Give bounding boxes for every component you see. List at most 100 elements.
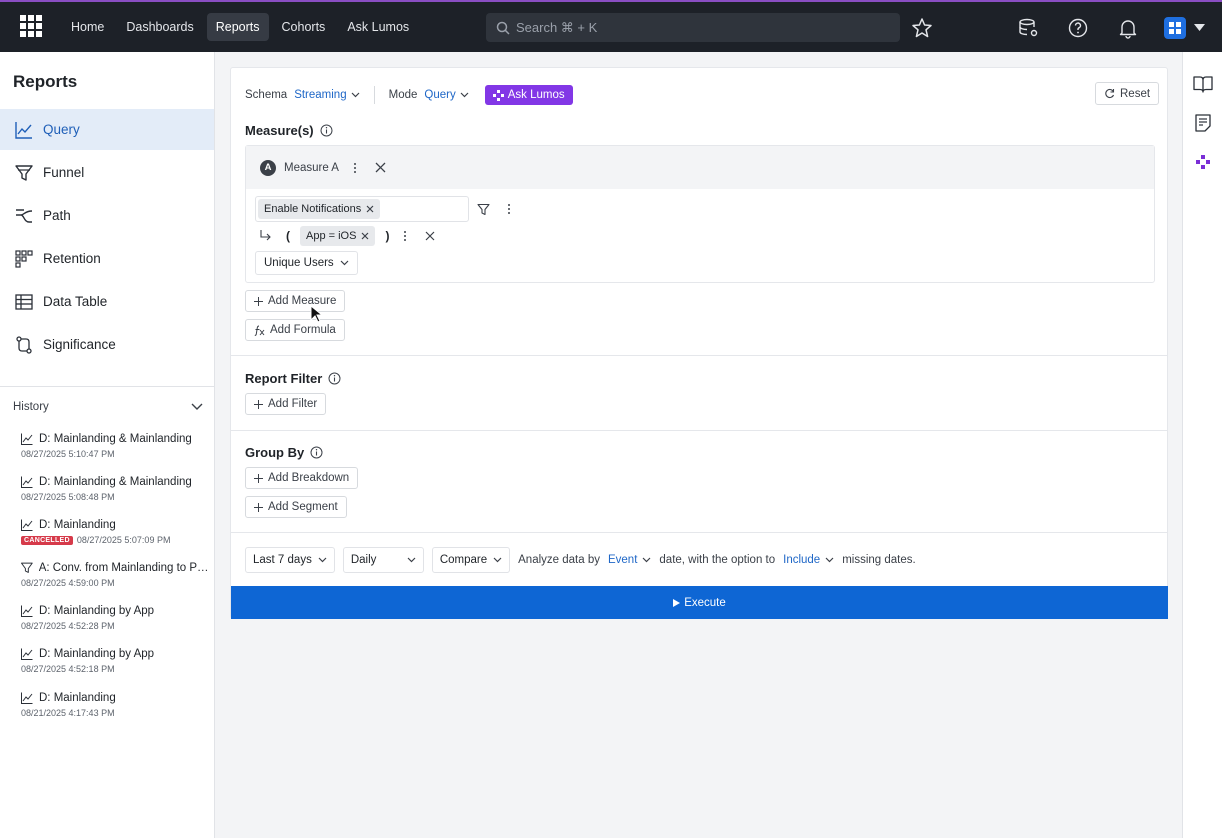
play-icon: [673, 598, 681, 607]
history-item-date: 08/27/2025 4:52:28 PM: [21, 621, 115, 631]
aggregation-value: Unique Users: [264, 257, 334, 269]
notes-icon[interactable]: [1193, 113, 1213, 133]
sidebar-item-label: Retention: [43, 251, 101, 266]
history-item[interactable]: D: Mainlanding & Mainlanding 08/27/2025 …: [21, 476, 209, 502]
lumos-icon[interactable]: [1193, 152, 1213, 172]
bell-icon[interactable]: [1117, 17, 1139, 39]
nav-cohorts[interactable]: Cohorts: [273, 13, 335, 41]
compare-dropdown[interactable]: Compare: [431, 547, 511, 573]
measure-badge: A: [260, 159, 276, 176]
history-item-title: A: Conv. from Mainlanding to Pu...: [38, 562, 209, 574]
schema-label: Schema: [245, 89, 288, 101]
sidebar-item-data-table[interactable]: Data Table: [0, 281, 214, 322]
compare-value: Compare: [439, 554, 488, 566]
info-icon[interactable]: [310, 446, 323, 459]
chevron-down-icon: [318, 557, 327, 563]
sidebar-item-label: Path: [43, 208, 71, 223]
history-item[interactable]: D: Mainlanding & Mainlanding 08/27/2025 …: [21, 433, 209, 459]
analyze-by-dropdown[interactable]: Event: [608, 554, 651, 566]
add-formula-button[interactable]: Add Formula: [245, 319, 345, 341]
chevron-down-icon: [460, 92, 469, 98]
report-filter-title: Report Filter: [245, 371, 323, 386]
add-breakdown-label: Add Breakdown: [268, 472, 350, 484]
app-logo-icon[interactable]: [20, 15, 42, 37]
property-filter-chip[interactable]: App = iOS: [300, 226, 376, 246]
history-header[interactable]: History: [13, 401, 203, 413]
chevron-down-icon: [407, 557, 416, 563]
measures-heading: Measure(s): [245, 123, 333, 138]
more-vertical-icon[interactable]: [507, 203, 511, 215]
history-item[interactable]: D: Mainlanding 08/21/2025 4:17:43 PM: [21, 692, 209, 718]
star-icon[interactable]: [911, 17, 933, 39]
add-breakdown-button[interactable]: Add Breakdown: [245, 467, 359, 489]
missing-dates-value: Include: [783, 554, 821, 566]
caret-down-icon[interactable]: [1194, 24, 1205, 32]
database-settings-icon[interactable]: [1017, 17, 1039, 39]
mode-label: Mode: [388, 89, 418, 101]
reset-button[interactable]: Reset: [1095, 82, 1160, 105]
history-item-date: 08/27/2025 5:07:09 PM: [76, 535, 171, 545]
history-item-title: D: Mainlanding by App: [39, 605, 155, 617]
analyze-suffix: missing dates.: [842, 554, 916, 566]
history-item[interactable]: A: Conv. from Mainlanding to Pu... 08/27…: [21, 562, 209, 588]
ask-lumos-button[interactable]: Ask Lumos: [484, 85, 573, 105]
help-icon[interactable]: [1067, 17, 1089, 39]
nav-dashboards[interactable]: Dashboards: [117, 13, 202, 41]
more-vertical-icon[interactable]: [353, 162, 357, 174]
aggregation-dropdown[interactable]: Unique Users: [255, 251, 358, 275]
sidebar-item-retention[interactable]: Retention: [0, 238, 214, 279]
event-filter-row: ( App = iOS ): [260, 226, 435, 246]
plus-icon: [254, 399, 263, 409]
nav-reports[interactable]: Reports: [206, 13, 269, 41]
execute-button[interactable]: Execute: [231, 586, 1168, 619]
missing-dates-dropdown[interactable]: Include: [783, 554, 834, 566]
history-item-date: 08/27/2025 4:59:00 PM: [21, 578, 115, 588]
path-icon: [16, 208, 33, 223]
close-icon[interactable]: [375, 162, 386, 173]
filter-icon[interactable]: [477, 203, 490, 216]
close-icon[interactable]: [425, 231, 435, 241]
measure-name[interactable]: Measure A: [284, 162, 339, 174]
history-item-title: D: Mainlanding & Mainlanding: [39, 433, 192, 445]
history-item-date: 08/27/2025 4:52:18 PM: [21, 664, 115, 674]
add-measure-button[interactable]: Add Measure: [245, 290, 346, 312]
granularity-dropdown[interactable]: Daily: [342, 547, 424, 573]
sidebar-item-query[interactable]: Query: [0, 109, 214, 150]
measure-header: A Measure A: [246, 146, 1154, 189]
plus-icon: [254, 473, 263, 483]
add-segment-button[interactable]: Add Segment: [245, 496, 347, 518]
chevron-down-icon[interactable]: [191, 403, 203, 411]
sidebar-item-path[interactable]: Path: [0, 195, 214, 236]
date-range-dropdown[interactable]: Last 7 days: [245, 547, 335, 573]
close-icon[interactable]: [361, 232, 369, 240]
info-icon[interactable]: [320, 124, 333, 137]
history-item[interactable]: D: Mainlanding by App 08/27/2025 4:52:18…: [21, 648, 209, 674]
nav-ask-lumos[interactable]: Ask Lumos: [338, 13, 418, 41]
mode-dropdown[interactable]: Query: [424, 89, 469, 101]
sidebar-item-label: Query: [43, 122, 80, 137]
line-chart-icon: [15, 121, 32, 139]
funnel-icon: [15, 164, 33, 181]
history-label: History: [13, 401, 49, 413]
add-measure-label: Add Measure: [268, 295, 337, 307]
nav-home[interactable]: Home: [62, 13, 113, 41]
plus-icon: [254, 296, 263, 306]
more-vertical-icon[interactable]: [403, 230, 407, 242]
schema-dropdown[interactable]: Streaming: [294, 89, 360, 101]
group-by-heading: Group By: [245, 445, 323, 460]
add-filter-button[interactable]: Add Filter: [245, 393, 327, 415]
event-chip[interactable]: Enable Notifications: [258, 199, 381, 219]
sidebar-item-funnel[interactable]: Funnel: [0, 152, 214, 193]
section-divider: [231, 532, 1167, 533]
history-item[interactable]: D: Mainlanding by App 08/27/2025 4:52:28…: [21, 605, 209, 631]
table-icon: [15, 293, 33, 310]
event-selector[interactable]: Enable Notifications: [255, 196, 469, 222]
info-icon[interactable]: [328, 372, 341, 385]
history-item[interactable]: D: Mainlanding CANCELLED 08/27/2025 5:07:…: [21, 519, 209, 545]
search-input[interactable]: Search ⌘ + K: [486, 13, 900, 42]
book-icon[interactable]: [1193, 74, 1213, 94]
close-icon[interactable]: [366, 205, 374, 213]
search-icon: [496, 21, 510, 35]
workspace-switcher[interactable]: [1164, 17, 1186, 39]
sidebar-item-significance[interactable]: Significance: [0, 324, 214, 365]
